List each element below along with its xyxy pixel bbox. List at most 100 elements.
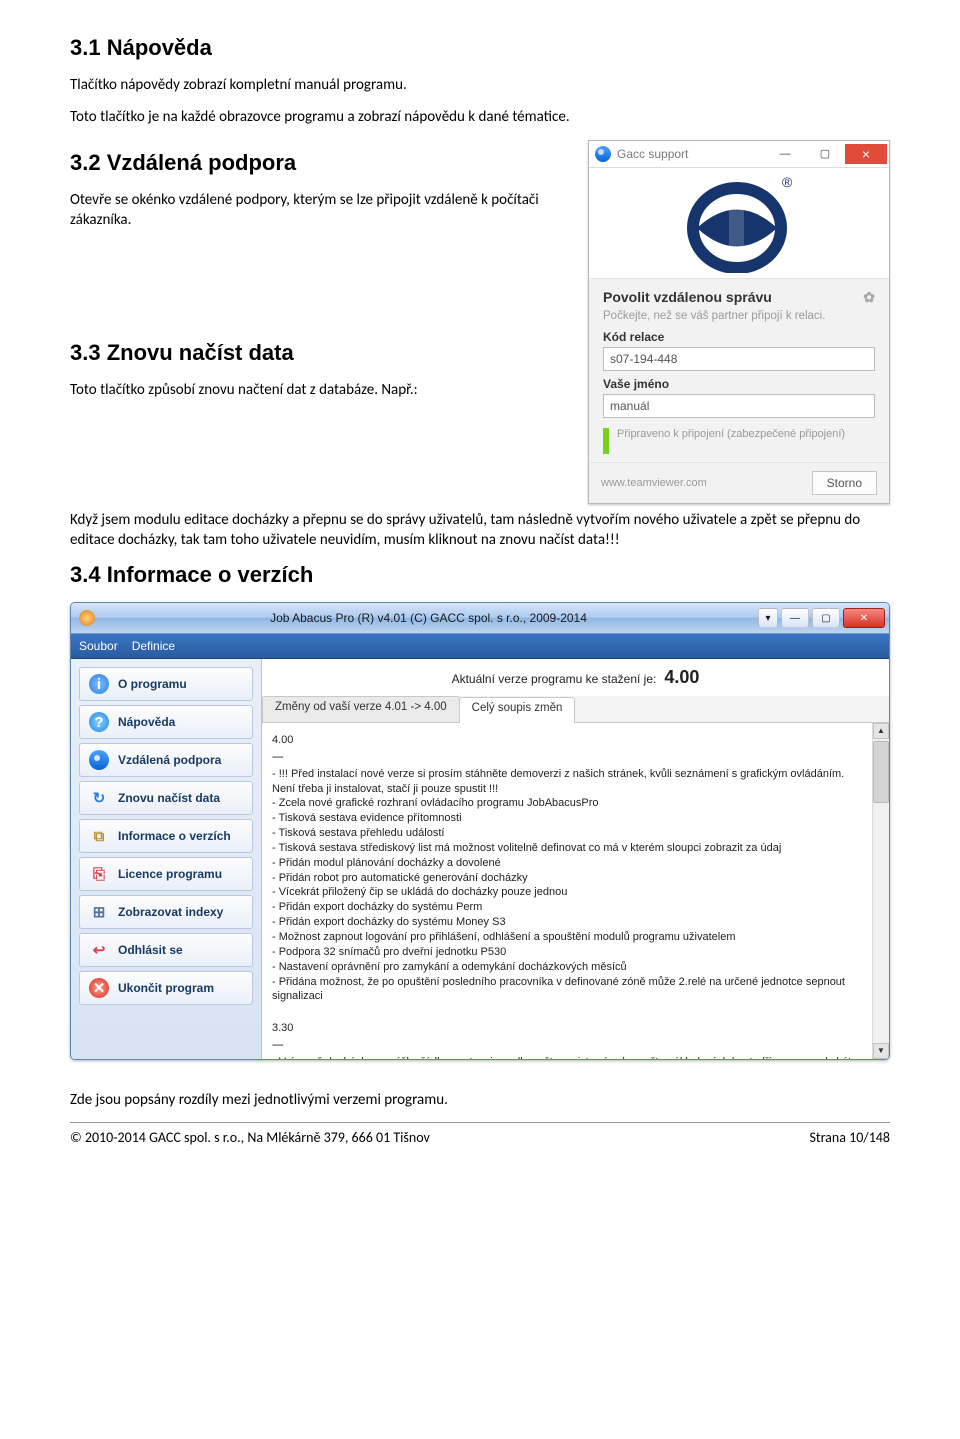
your-name-label: Vaše jméno [603,377,875,391]
sidebar-icon: ⎘ [89,864,109,884]
sidebar-icon: i [89,674,109,694]
tv-titlebar: Gacc support — ▢ × [589,141,889,168]
latest-version-value: 4.00 [664,667,699,688]
app-titlebar: Job Abacus Pro (R) v4.01 (C) GACC spol. … [71,603,889,634]
minimize-button[interactable]: — [765,144,805,164]
close-button[interactable]: ✕ [843,608,885,628]
close-button[interactable]: × [845,144,887,164]
sidebar-item-label: Ukončit program [118,981,214,995]
changelog-line: - Přidán robot pro automatické generován… [272,871,861,886]
changelog-line: - Přidán export docházky do systému Mone… [272,915,861,930]
sidebar-icon: ? [89,712,109,732]
sidebar-item[interactable]: ⊞ Zobrazovat indexy [79,895,253,929]
heading-3-1: 3.1 Nápověda [70,35,890,61]
footer-copyright: © 2010-2014 GACC spol. s r.o., Na Mlékár… [70,1129,430,1146]
scroll-up-icon[interactable]: ▲ [873,723,889,739]
tv-window-title: Gacc support [617,147,765,161]
maximize-button[interactable]: ▢ [805,144,845,164]
sidebar-item[interactable]: ⎘ Licence programu [79,857,253,891]
changelog-line: - Tisková sestava přehledu událostí [272,826,861,841]
changelog-line [272,1004,861,1019]
sidebar-item-label: Nápověda [118,715,175,729]
bottom-note: Zde jsou popsány rozdíly mezi jednotlivý… [70,1090,890,1110]
session-code-input[interactable] [603,347,875,371]
menu-file[interactable]: Soubor [79,639,118,653]
sidebar-item[interactable]: i O programu [79,667,253,701]
changelog-line: 3.30 [272,1021,861,1036]
tabs: Změny od vaší verze 4.01 -> 4.00 Celý so… [262,696,889,723]
text-3-2-p: Otevře se okénko vzdálené podpory, který… [70,190,570,231]
tv-site-link[interactable]: www.teamviewer.com [601,477,707,489]
sidebar-item-label: Odhlásit se [118,943,183,957]
sidebar-item[interactable]: ↻ Znovu načíst data [79,781,253,815]
sidebar-item[interactable]: ↩ Odhlásit se [79,933,253,967]
heading-3-2: 3.2 Vzdálená podpora [70,150,570,176]
sidebar: i O programu? Nápověda Vzdálená podpora ↻ Zno… [71,659,262,1059]
heading-3-4: 3.4 Informace o verzích [70,562,890,588]
sidebar-item[interactable]: ? Nápověda [79,705,253,739]
changelog-line: - Přidán export docházky do systému Perm [272,900,861,915]
tv-heading: Povolit vzdálenou správu ✿ [603,289,875,306]
teamviewer-icon [595,146,611,162]
changelog-line: ---- [272,1038,861,1053]
footer-page: Strana 10/148 [809,1129,890,1146]
changelog-line: - Vícekrát přiložený čip se ukládá do do… [272,885,861,900]
changelog-box: ▲ ▼ 4.00 ---- - !!! Před instalací nové ve… [262,723,889,1059]
ready-text: Připraveno k připojení (zabezpečené přip… [617,428,845,440]
changelog-line: 4.00 [272,733,861,748]
company-logo: ® [589,168,889,278]
changelog-line: - Přidána možnost, že po opuštění posled… [272,975,861,1005]
tab-since-your-version[interactable]: Změny od vaší verze 4.01 -> 4.00 [262,696,460,722]
heading-3-3: 3.3 Znovu načíst data [70,340,570,366]
sidebar-icon: ✕ [89,978,109,998]
main-panel: Aktuální verze programu ke stažení je: 4… [262,659,889,1059]
changelog-line: - Tisková sestava střediskový list má mo… [272,841,861,856]
sidebar-item-label: Informace o verzích [118,829,231,843]
sidebar-item[interactable]: Vzdálená podpora [79,743,253,777]
changelog-line: - Tisková sestava evidence přítomnosti [272,811,861,826]
changelog-line: ---- [272,750,861,765]
titlebar-dropdown-icon[interactable]: ▾ [758,608,778,628]
text-3-3-p1: Toto tlačítko způsobí znovu načtení dat … [70,380,570,400]
tv-wait-text: Počkejte, než se váš partner připojí k r… [603,310,875,322]
sidebar-icon: ⊞ [89,902,109,922]
text-3-3-p2: Když jsem modulu editace docházky a přep… [70,510,890,551]
app-window-title: Job Abacus Pro (R) v4.01 (C) GACC spol. … [99,611,758,625]
sidebar-icon [89,750,109,770]
minimize-button[interactable]: — [781,608,809,628]
session-code-label: Kód relace [603,330,875,344]
sidebar-item-label: Zobrazovat indexy [118,905,223,919]
changelog-line: - Přidán modul plánování docházky a dovo… [272,856,861,871]
text-3-1-p2: Toto tlačítko je na každé obrazovce prog… [70,107,890,127]
sidebar-item-label: Vzdálená podpora [118,753,221,767]
cancel-button[interactable]: Storno [812,471,877,495]
scroll-thumb[interactable] [873,741,889,803]
sidebar-item-label: O programu [118,677,187,691]
gear-icon[interactable]: ✿ [863,289,875,306]
tab-full-changelog[interactable]: Celý soupis změn [459,697,576,723]
maximize-button[interactable]: ▢ [812,608,840,628]
app-window: Job Abacus Pro (R) v4.01 (C) GACC spol. … [70,602,890,1060]
sidebar-icon: ⧉ [89,826,109,846]
remote-support-window: Gacc support — ▢ × ® Povolit vzdálenou s… [588,140,890,504]
changelog-line: - Zcela nové grafické rozhraní ovládacíh… [272,796,861,811]
your-name-input[interactable] [603,394,875,418]
sidebar-icon: ↻ [89,788,109,808]
changelog-line: - Podpora 32 snímačů pro dveřní jednotku… [272,945,861,960]
scroll-down-icon[interactable]: ▼ [873,1043,889,1059]
app-icon [79,610,95,626]
menu-definitions[interactable]: Definice [132,639,175,653]
version-header: Aktuální verze programu ke stažení je: 4… [262,659,889,696]
sidebar-item-label: Znovu načíst data [118,791,220,805]
ready-indicator-icon [603,428,609,454]
changelog-line: - !!! Před instalací nové verze si prosí… [272,767,861,797]
scrollbar[interactable]: ▲ ▼ [872,723,889,1059]
sidebar-item[interactable]: ⧉ Informace o verzích [79,819,253,853]
sidebar-icon: ↩ [89,940,109,960]
changelog-line: - Možnost zapnout logování pro přihlášen… [272,930,861,945]
changelog-line: - V úpravě docházky se výška řádku nasta… [272,1055,861,1059]
changelog-line: - Nastavení oprávnění pro zamykání a ode… [272,960,861,975]
sidebar-item-label: Licence programu [118,867,222,881]
sidebar-item[interactable]: ✕ Ukončit program [79,971,253,1005]
text-3-1-p1: Tlačítko nápovědy zobrazí kompletní manu… [70,75,890,95]
